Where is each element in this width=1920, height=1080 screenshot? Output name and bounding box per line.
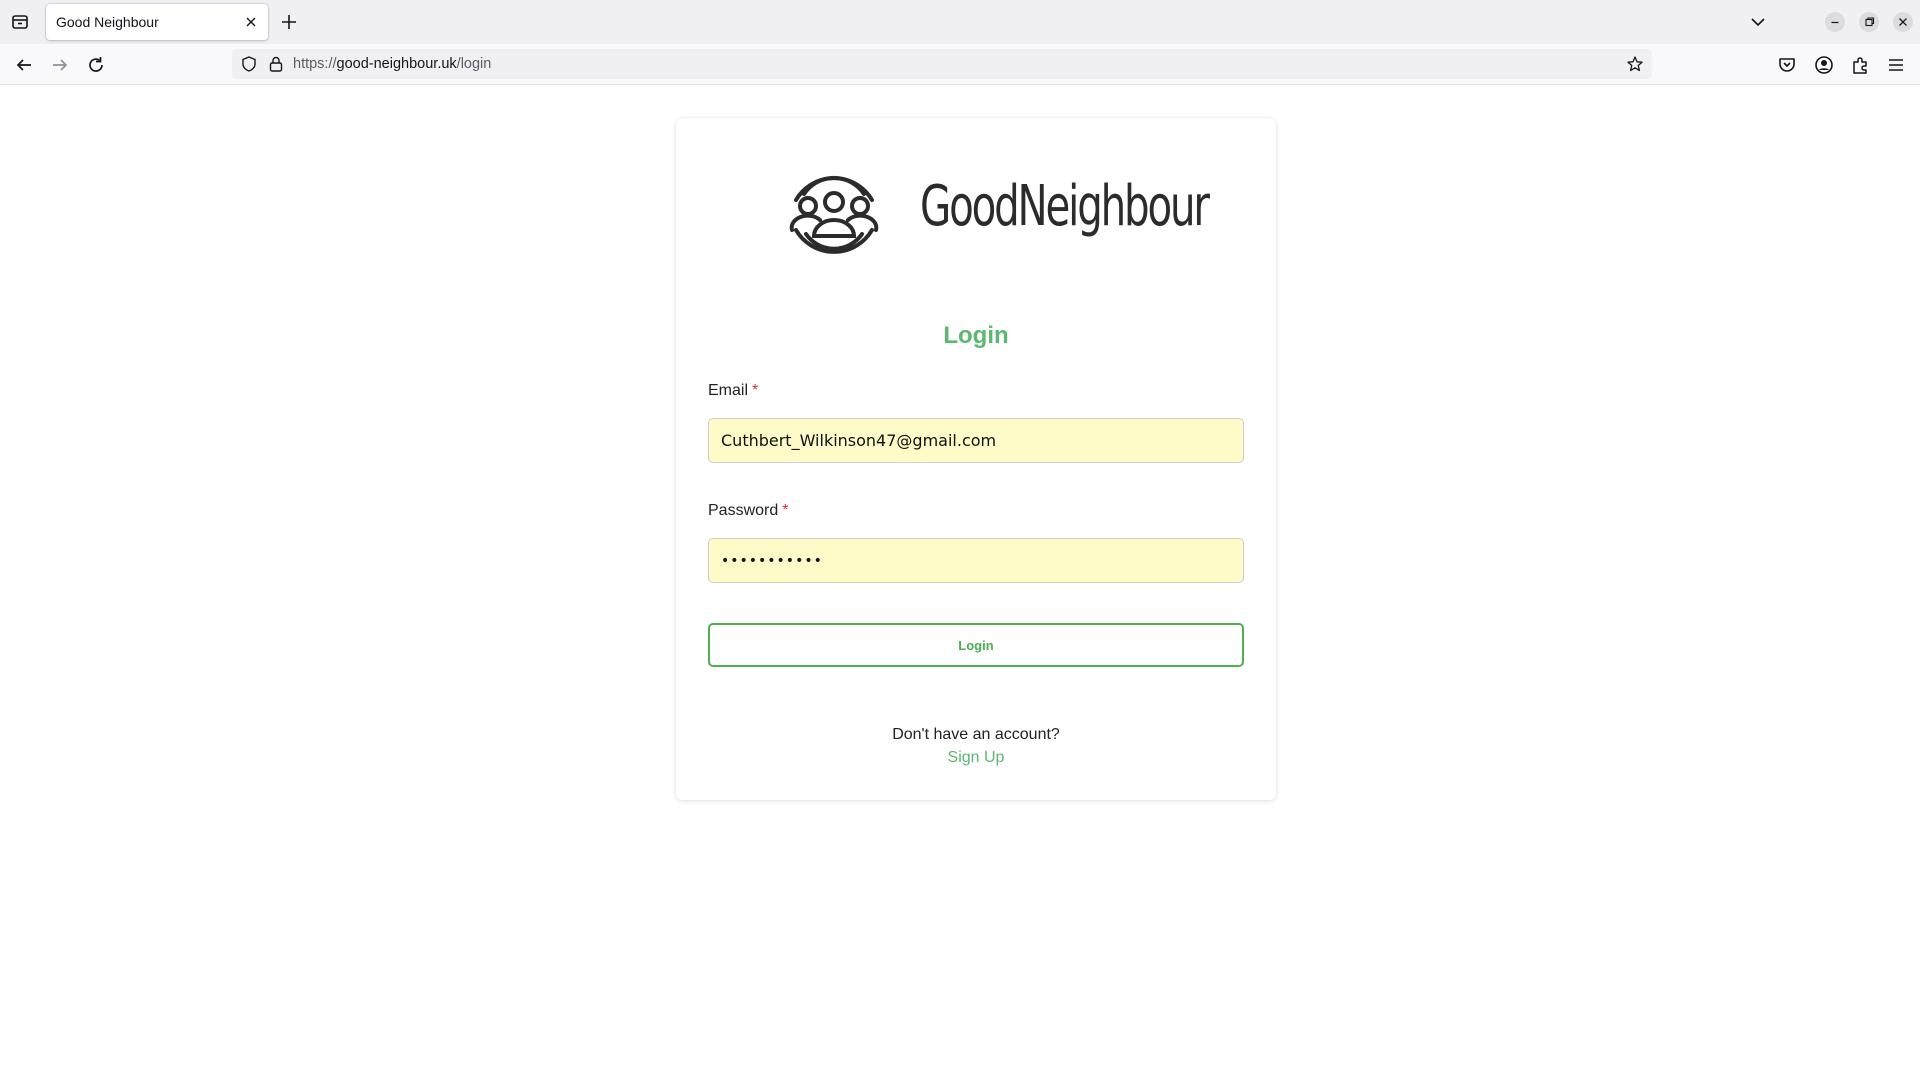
minimize-icon[interactable] — [1825, 12, 1845, 32]
back-arrow-icon[interactable] — [12, 53, 36, 77]
url-text: https://good-neighbour.uk/login — [293, 56, 491, 72]
email-field[interactable] — [708, 418, 1244, 463]
required-asterisk: * — [752, 382, 759, 399]
password-label: Password * — [708, 502, 788, 520]
url-host: good-neighbour.uk — [336, 56, 457, 72]
star-icon[interactable] — [1626, 55, 1644, 73]
menu-icon[interactable] — [1884, 53, 1908, 77]
lock-icon[interactable] — [268, 55, 284, 73]
close-window-icon[interactable] — [1893, 12, 1913, 32]
reload-icon[interactable] — [84, 53, 108, 77]
url-path: /login — [456, 56, 492, 72]
browser-tab[interactable]: Good Neighbour — [46, 4, 268, 40]
navigation-bar: https://good-neighbour.uk/login — [0, 44, 1920, 85]
tab-title: Good Neighbour — [56, 14, 159, 30]
signup-link[interactable]: Sign Up — [676, 749, 1276, 767]
shield-icon[interactable] — [240, 55, 258, 73]
chevron-down-icon[interactable] — [1747, 11, 1769, 33]
login-card: GoodNeighbour Login Email* Password* Log… — [676, 118, 1276, 800]
plus-icon[interactable] — [278, 11, 300, 33]
restore-icon[interactable] — [1859, 12, 1879, 32]
community-logo-icon — [780, 160, 888, 268]
email-label: Email * — [708, 382, 758, 400]
login-button[interactable]: Login — [708, 623, 1244, 667]
account-icon[interactable] — [1812, 53, 1836, 77]
extensions-icon[interactable] — [1848, 53, 1872, 77]
required-asterisk: * — [782, 502, 789, 519]
brand-name: GoodNeighbour — [920, 174, 1210, 239]
page-title: Login — [943, 322, 1009, 349]
password-label-text: Password — [708, 502, 779, 519]
pocket-icon[interactable] — [1775, 53, 1799, 77]
address-bar[interactable]: https://good-neighbour.uk/login — [232, 49, 1652, 79]
email-label-text: Email — [708, 382, 749, 399]
tab-bar: Good Neighbour — [0, 0, 1920, 44]
close-icon[interactable] — [242, 13, 260, 31]
forward-arrow-icon[interactable] — [48, 53, 72, 77]
url-scheme: https:// — [293, 56, 337, 72]
password-field[interactable] — [708, 538, 1244, 583]
brand-logo[interactable]: GoodNeighbour — [780, 160, 1210, 272]
signup-prompt: Don't have an account? — [892, 726, 1060, 743]
list-all-tabs-icon[interactable] — [8, 11, 32, 33]
